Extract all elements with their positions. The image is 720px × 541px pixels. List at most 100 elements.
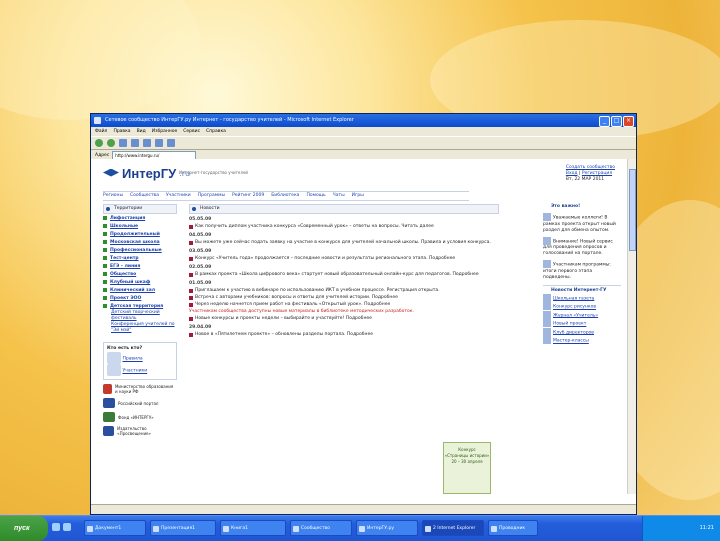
partner-link[interactable]: Клуб директоров [543, 327, 621, 337]
portal-icon [103, 398, 115, 408]
members-link[interactable]: Участники [122, 369, 147, 374]
register-link[interactable]: Регистрация [582, 171, 612, 176]
bullet-icon [103, 224, 107, 228]
news-item-highlight[interactable]: Участникам сообщества доступны новые мат… [189, 309, 499, 315]
login-link[interactable]: Вход [566, 171, 578, 176]
bullet-icon [189, 289, 193, 293]
browser-icon[interactable] [63, 523, 71, 531]
bullet-icon [103, 216, 107, 220]
territory-item[interactable]: Клубный шкаф [103, 278, 177, 286]
fund-icon [103, 412, 115, 422]
partner-link[interactable]: Школьная газета [543, 293, 621, 303]
bullet-icon [103, 280, 107, 284]
partner-link[interactable]: Новый проект [543, 319, 621, 328]
territory-item[interactable]: Проект ЭОО [103, 294, 177, 302]
news-item[interactable]: Через неделю начнется прием работ на фес… [189, 302, 499, 308]
territory-item[interactable]: Клинический зал [103, 286, 177, 294]
territory-item[interactable]: Профессиональные [103, 246, 177, 254]
system-tray: 11:21 [642, 516, 720, 541]
partners-box: Новости Интернет-ГУ Школьная газета Конк… [543, 284, 621, 345]
news-date: 03.05.09 [189, 249, 212, 254]
maximize-button[interactable]: □ [611, 116, 622, 127]
nav-item[interactable]: Игры [352, 192, 364, 200]
important-item[interactable]: Уважаемые коллеги! В рамках проекта откр… [543, 213, 621, 234]
menu-edit[interactable]: Правка [113, 127, 130, 136]
partner-link[interactable]: Журнал «Учитель» [543, 310, 621, 320]
search-icon[interactable] [155, 139, 163, 147]
news-item[interactable]: Приглашаем к участию в вебинаре по испол… [189, 288, 499, 294]
close-button[interactable]: × [623, 116, 634, 127]
publisher-icon [103, 426, 115, 436]
partner-badge[interactable]: Российский портал [103, 398, 177, 408]
vertical-scrollbar[interactable] [627, 159, 636, 494]
nav-item[interactable]: Помощь [306, 192, 325, 200]
sub-link[interactable]: Детский творческий фестиваль [103, 310, 177, 322]
news-item[interactable]: Новые конкурсы и проекты недели – выбира… [189, 316, 499, 322]
nav-item[interactable]: Чаты [333, 192, 345, 200]
news-item[interactable]: Как получить диплом участника конкурса «… [189, 224, 499, 230]
menu-help[interactable]: Справка [206, 127, 226, 136]
news-item[interactable]: Новое в «Пятилетнем проекте» – обновлены… [189, 332, 499, 338]
important-item[interactable]: Участникам программы: итоги первого этап… [543, 260, 621, 281]
news-item[interactable]: Вы можете уже сейчас подать заявку на уч… [189, 240, 499, 246]
nav-item[interactable]: Программы [198, 192, 225, 200]
site-logo[interactable]: ИнтерГУ .ru [103, 166, 190, 181]
back-icon[interactable] [95, 139, 103, 147]
menu-favorites[interactable]: Избранное [152, 127, 178, 136]
partner-link[interactable]: Конкурс рисунков [543, 302, 621, 311]
news-item[interactable]: Конкурс «Учитель года» продолжается – по… [189, 256, 499, 262]
nav-item[interactable]: Регионы [103, 192, 123, 200]
favorites-icon[interactable] [167, 139, 175, 147]
territory-item[interactable]: Общество [103, 270, 177, 278]
scrollbar-thumb[interactable] [629, 169, 636, 251]
bullet-icon [189, 317, 193, 321]
taskbar-task[interactable]: Сообщество [290, 520, 352, 536]
sub-link[interactable]: Конференция учителей по "Эй мэй" [103, 322, 177, 334]
news-item[interactable]: В рамках проекта «Школа цифрового века» … [189, 272, 499, 278]
territory-item[interactable]: Школьные [103, 222, 177, 230]
taskbar-task-active[interactable]: 2 Internet Explorer [422, 520, 484, 536]
promo-banner[interactable]: Конкурс «Страницы истории» 20 – 30 апрел… [443, 442, 491, 494]
home-icon[interactable] [143, 139, 151, 147]
nav-item[interactable]: Участники [166, 192, 191, 200]
partner-badge[interactable]: Министерство образования и науки РФ [103, 384, 177, 394]
forward-icon[interactable] [107, 139, 115, 147]
desktop-icon[interactable] [52, 523, 60, 531]
taskbar-task[interactable]: Книга1 [220, 520, 286, 536]
important-item[interactable]: Внимание! Новый сервис для проведения оп… [543, 236, 621, 258]
partner-link[interactable]: Мастер-классы [543, 336, 621, 345]
menu-tools[interactable]: Сервис [183, 127, 200, 136]
menu-view[interactable]: Вид [137, 127, 146, 136]
territory-item[interactable]: Лифостанция [103, 214, 177, 222]
rules-link[interactable]: Правила [122, 357, 142, 362]
territory-item[interactable]: Тест-центр [103, 254, 177, 262]
taskbar-task[interactable]: Документ1 [84, 520, 146, 536]
minimize-button[interactable]: _ [599, 116, 610, 127]
territory-item[interactable]: ЕГЭ – линия [103, 262, 177, 270]
nav-item[interactable]: Рейтинг 2009 [232, 192, 264, 200]
clock[interactable]: 11:21 [700, 525, 714, 531]
bullet-icon [103, 256, 107, 260]
start-button[interactable]: пуск [0, 516, 48, 541]
partner-badge[interactable]: Фонд «ИНТЕРГУ» [103, 412, 177, 422]
news-item[interactable]: Встреча с авторами учебников: вопросы и … [189, 295, 499, 301]
bullet-icon [189, 257, 193, 261]
taskbar-task[interactable]: Презентация1 [150, 520, 216, 536]
nav-item[interactable]: Библиотека [271, 192, 299, 200]
nav-item[interactable]: Сообщества [130, 192, 159, 200]
title-bar: Сетевое сообщество ИнтерГУ.ру Интернет -… [91, 114, 636, 127]
taskbar-task[interactable]: ИнтерГУ.ру [356, 520, 418, 536]
thumbnail-icon [543, 302, 551, 310]
main-nav: Регионы Сообщества Участники Программы Р… [103, 191, 469, 201]
taskbar-task[interactable]: Проводник [488, 520, 538, 536]
window-title: Сетевое сообщество ИнтерГУ.ру Интернет -… [105, 117, 354, 123]
territory-item[interactable]: Продолжительный [103, 230, 177, 238]
stop-icon[interactable] [119, 139, 127, 147]
refresh-icon[interactable] [131, 139, 139, 147]
menu-file[interactable]: Файл [95, 127, 107, 136]
news-date: 02.05.09 [189, 265, 212, 270]
taskbar: пуск Документ1 Презентация1 Книга1 Сообщ… [0, 515, 720, 541]
territory-item[interactable]: Детская территория [103, 302, 177, 310]
territory-item[interactable]: Московская школа [103, 238, 177, 246]
partner-badge[interactable]: Издательство «Просвещение» [103, 426, 177, 436]
